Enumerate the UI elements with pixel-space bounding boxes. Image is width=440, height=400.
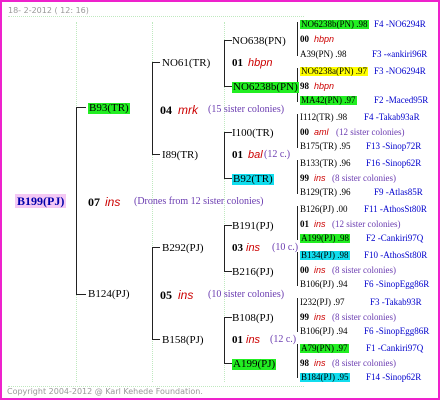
queen-node-gen2[interactable]: B124(PJ) [88, 289, 130, 300]
gen2-code: mrk [178, 103, 198, 117]
gen5-year: 99 [300, 312, 309, 322]
gen5-tail: F3 -«ankiri96R [372, 49, 428, 59]
gen3-code: bal [248, 149, 263, 161]
queen-node-gen4[interactable]: NO6238b(PN) [232, 82, 299, 93]
gen5-code: aml [314, 127, 329, 137]
gen5-tail: F1 -Cankiri97Q [366, 343, 424, 353]
gen2-note: (15 sister colonies) [208, 104, 285, 115]
gen3-year: 03 [232, 242, 243, 254]
gen2-code: ins [178, 288, 194, 302]
gen5-tail: F2 -Cankiri97Q [366, 233, 424, 243]
gen5-year: 98 [300, 358, 309, 368]
gen3-year: 01 [232, 334, 243, 346]
pedigree-frame: 18- 2-2012 ( 12: 16) Copyright 2004-2012… [0, 0, 440, 400]
queen-node-gen5[interactable]: NO6238b(PN) .98 [300, 20, 369, 29]
gen5-tail: F4 -Takab93aR [364, 112, 420, 122]
gen3-code: ins [246, 334, 261, 346]
gen5-tail: F6 -SinopEgg86R [364, 279, 430, 289]
queen-node-gen5[interactable]: B184(PJ) .95 [300, 373, 350, 382]
queen-node-gen5[interactable]: B126(PJ) .00 [300, 205, 348, 214]
queen-node-gen3[interactable]: B158(PJ) [162, 335, 204, 346]
gen5-note: (8 sister colonies) [332, 173, 396, 183]
root-year: 07 [88, 195, 100, 209]
queen-node-gen4[interactable]: B216(PJ) [232, 267, 274, 278]
gen5-tail: F3 -NO6294R [374, 66, 426, 76]
queen-node-gen5[interactable]: B106(PJ) .94 [300, 280, 348, 289]
gen5-tail: F11 -AthosSt80R [364, 204, 427, 214]
gen5-tail: F13 -Sinop72R [366, 141, 422, 151]
gen3-code: hbpn [248, 57, 273, 69]
gen5-tail: F9 -Atlas85R [374, 187, 423, 197]
gen5-tail: F4 -NO6294R [374, 19, 426, 29]
gen2-year: 04 [160, 103, 172, 117]
gen5-note: (12 sister colonies) [336, 127, 405, 137]
queen-node-gen5[interactable]: B175(TR) .95 [300, 142, 351, 151]
gen5-note: (8 sister colonies) [332, 358, 396, 368]
queen-node-gen4[interactable]: B92(TR) [232, 174, 274, 185]
gen2-year: 05 [160, 288, 172, 302]
gen5-note: (8 sister colonies) [332, 265, 396, 275]
queen-node-gen4[interactable]: A199(PJ) [232, 359, 277, 370]
gen5-year: 00 [300, 34, 309, 44]
queen-node-gen5[interactable]: A199(PJ) .98 [300, 234, 351, 243]
gen5-year: 00 [300, 127, 309, 137]
queen-node-gen5[interactable]: B133(TR) .96 [300, 159, 351, 168]
queen-node-gen5[interactable]: B106(PJ) .94 [300, 327, 348, 336]
queen-node-gen5[interactable]: NO6238a(PN) .97 [300, 67, 368, 76]
gen5-tail: F10 -AthosSt80R [364, 250, 428, 260]
gen5-code: ins [314, 358, 326, 368]
queen-node-gen4[interactable]: B191(PJ) [232, 221, 274, 232]
gen5-year: 01 [300, 219, 309, 229]
gen5-year: 98 [300, 81, 309, 91]
queen-node-gen4[interactable]: NO638(PN) [232, 36, 286, 47]
queen-node-gen5[interactable]: I112(TR) .98 [300, 113, 347, 122]
gen5-note: (12 sister colonies) [332, 219, 401, 229]
gen5-code: ins [314, 219, 326, 229]
gen5-year: 00 [300, 265, 309, 275]
gen5-tail: F2 -Maced95R [374, 95, 429, 105]
queen-node-gen5[interactable]: B129(TR) .96 [300, 188, 351, 197]
queen-node-root[interactable]: B199(PJ) [15, 194, 67, 208]
gen3-note: (10 c.) [272, 242, 299, 253]
root-code: ins [105, 195, 121, 209]
gen5-code: hbpn [314, 81, 335, 91]
gen3-note: (12 c.) [270, 334, 297, 345]
queen-node-gen3[interactable]: B292(PJ) [162, 243, 204, 254]
gen5-code: ins [314, 265, 326, 275]
gen5-tail: F16 -Sinop62R [366, 158, 422, 168]
gen3-year: 01 [232, 149, 243, 161]
queen-node-gen5[interactable]: B134(PJ) .98 [300, 251, 350, 260]
gen2-note: (10 sister colonies) [208, 289, 285, 300]
queen-node-gen4[interactable]: I100(TR) [232, 128, 274, 139]
queen-node-gen3[interactable]: I89(TR) [162, 150, 198, 161]
queen-node-gen2[interactable]: B93(TR) [88, 103, 130, 114]
gen3-year: 01 [232, 57, 243, 69]
queen-node-gen5[interactable]: A79(PN) .97 [300, 344, 349, 353]
gen5-tail: F6 -SinopEgg86R [364, 326, 430, 336]
gen5-code: hbpn [314, 34, 335, 44]
queen-node-gen5[interactable]: A39(PN) .98 [300, 50, 347, 59]
gen5-code: ins [314, 173, 326, 183]
date-header: 18- 2-2012 ( 12: 16) [8, 6, 89, 15]
queen-node-gen5[interactable]: MA42(PN) .97 [300, 96, 357, 105]
root-note: (Drones from 12 sister colonies) [134, 196, 264, 207]
gen5-tail: F3 -Takab93R [370, 297, 422, 307]
gen3-code: ins [246, 242, 261, 254]
gen5-year: 99 [300, 173, 309, 183]
gen5-code: ins [314, 312, 326, 322]
gen5-tail: F14 -Sinop62R [366, 372, 422, 382]
queen-node-gen3[interactable]: NO61(TR) [162, 58, 210, 69]
copyright-footer: Copyright 2004-2012 @ Karl Kehede Founda… [7, 387, 203, 396]
gen5-note: (8 sister colonies) [332, 312, 396, 322]
gen3-note: (12 c.) [264, 149, 291, 160]
queen-node-gen5[interactable]: I232(PJ) .97 [300, 298, 345, 307]
queen-node-gen4[interactable]: B108(PJ) [232, 313, 274, 324]
